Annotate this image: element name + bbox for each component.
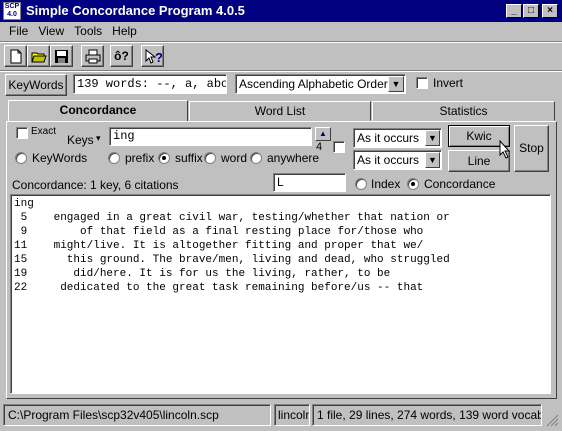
save-disk-icon (55, 50, 68, 63)
kwic-row: 15 this ground. The brave/men, living an… (14, 253, 547, 267)
line-number: 19 (14, 268, 28, 280)
print-icon (85, 49, 101, 64)
spin-up-icon[interactable]: ▲ (315, 127, 331, 141)
keys-label[interactable]: Keys (67, 133, 94, 147)
context-text: did/here. It is for us the living, rathe… (27, 268, 391, 280)
mouse-cursor-icon (499, 140, 511, 159)
chevron-down-icon[interactable]: ▼ (425, 152, 440, 168)
menu-bar: File View Tools Help (4, 23, 142, 41)
new-document-button[interactable] (4, 45, 27, 67)
anywhere-radio-label: anywhere (267, 151, 320, 165)
keywords-radio[interactable] (15, 152, 27, 164)
sort2-select[interactable]: As it occurs ▼ (353, 150, 442, 170)
invert-checkbox[interactable] (416, 77, 428, 89)
sort-order-value: Ascending Alphabetic Order (239, 77, 388, 91)
kwic-row: 5 engaged in a great civil war, testing/… (14, 211, 547, 225)
suffix-radio-label: suffix (175, 151, 203, 165)
tab-word-list[interactable]: Word List (189, 101, 371, 121)
print-button[interactable] (81, 45, 104, 67)
menu-help[interactable]: Help (107, 23, 142, 38)
line-number: 22 (14, 282, 28, 294)
close-button[interactable]: × (542, 4, 558, 18)
line-number: 9 (14, 226, 28, 238)
new-document-icon (10, 49, 22, 64)
keys-dropdown-icon[interactable]: ▾ (96, 133, 101, 144)
resize-grip-icon[interactable] (545, 413, 559, 427)
line-number: 11 (14, 240, 28, 252)
key-input[interactable]: ing (109, 127, 312, 146)
context-help-icon: ? (145, 49, 162, 65)
toolbar-divider (0, 70, 562, 72)
results-area[interactable]: ing 5 engaged in a great civil war, test… (10, 194, 551, 394)
chevron-down-icon[interactable]: ▼ (388, 76, 404, 92)
open-folder-icon (31, 52, 47, 63)
tab-concordance[interactable]: Concordance (8, 100, 188, 122)
exact-checkbox[interactable] (16, 127, 28, 139)
menu-tools[interactable]: Tools (69, 23, 107, 38)
spin-checkbox[interactable] (333, 141, 345, 153)
kwic-row: 11 might/live. It is altogether fitting … (14, 239, 547, 253)
context-text: dedicated to the great task remaining be… (27, 282, 424, 294)
stop-button[interactable]: Stop (514, 125, 549, 172)
suffix-radio[interactable] (158, 152, 170, 164)
kwic-row: 22 dedicated to the great task remaining… (14, 281, 547, 295)
line-number: 5 (14, 212, 28, 224)
invert-label: Invert (433, 76, 464, 90)
results-header: ing (14, 198, 34, 210)
kwic-row: 19 did/here. It is for us the living, ra… (14, 267, 547, 281)
index-radio-label: Index (371, 177, 401, 191)
index-radio[interactable] (355, 178, 367, 190)
keywords-button[interactable]: KeyWords (5, 74, 67, 96)
menu-view[interactable]: View (33, 23, 69, 38)
anywhere-radio[interactable] (250, 152, 262, 164)
status-path: C:\Program Files\scp32v405\lincoln.scp (3, 404, 271, 426)
context-text: engaged in a great civil war, testing/wh… (27, 212, 450, 224)
context-text: might/live. It is altogether fitting and… (27, 240, 424, 252)
status-file: lincoln (274, 404, 310, 426)
maximize-button[interactable]: □ (523, 4, 539, 18)
concordance-radio[interactable] (407, 178, 419, 190)
word-radio[interactable] (204, 152, 216, 164)
status-info: 1 file, 29 lines, 274 words, 139 word vo… (312, 404, 542, 426)
prefix-radio-label: prefix (125, 151, 155, 165)
context-text: of that field as a final resting place f… (27, 226, 424, 238)
concordance-radio-label: Concordance (424, 177, 496, 191)
word-radio-label: word (221, 151, 248, 165)
minimize-button[interactable]: _ (506, 4, 522, 18)
word-count-icon: ô? (114, 49, 129, 63)
menu-file[interactable]: File (4, 23, 33, 38)
context-text: this ground. The brave/men, living and d… (27, 254, 450, 266)
kwic-row: 9 of that field as a final resting place… (14, 225, 547, 239)
context-help-button[interactable]: ? (141, 45, 164, 67)
filter-input[interactable]: L (273, 173, 346, 192)
words-field[interactable]: 139 words: --, a, abo (73, 74, 227, 94)
save-button[interactable] (50, 45, 73, 67)
line-number: 15 (14, 254, 28, 266)
chevron-down-icon[interactable]: ▼ (425, 130, 440, 146)
sort2-value: As it occurs (357, 153, 420, 167)
sort-order-select[interactable]: Ascending Alphabetic Order ▼ (235, 74, 406, 94)
word-count-button[interactable]: ô? (110, 45, 133, 67)
exact-label: Exact (31, 126, 57, 137)
sort1-select[interactable]: As it occurs ▼ (353, 128, 442, 148)
app-icon[interactable]: SCP 4.0 (3, 2, 21, 20)
open-button[interactable] (27, 45, 50, 67)
svg-text:?: ? (155, 50, 162, 65)
window-title: Simple Concordance Program 4.0.5 (26, 3, 245, 18)
concordance-summary: Concordance: 1 key, 6 citations (12, 178, 179, 192)
tab-statistics[interactable]: Statistics (372, 101, 555, 121)
title-bar[interactable]: SCP 4.0 Simple Concordance Program 4.0.5… (0, 0, 562, 22)
keywords-radio-label: KeyWords (32, 151, 88, 165)
menu-divider (0, 41, 562, 43)
prefix-radio[interactable] (108, 152, 120, 164)
sort1-value: As it occurs (357, 131, 420, 145)
